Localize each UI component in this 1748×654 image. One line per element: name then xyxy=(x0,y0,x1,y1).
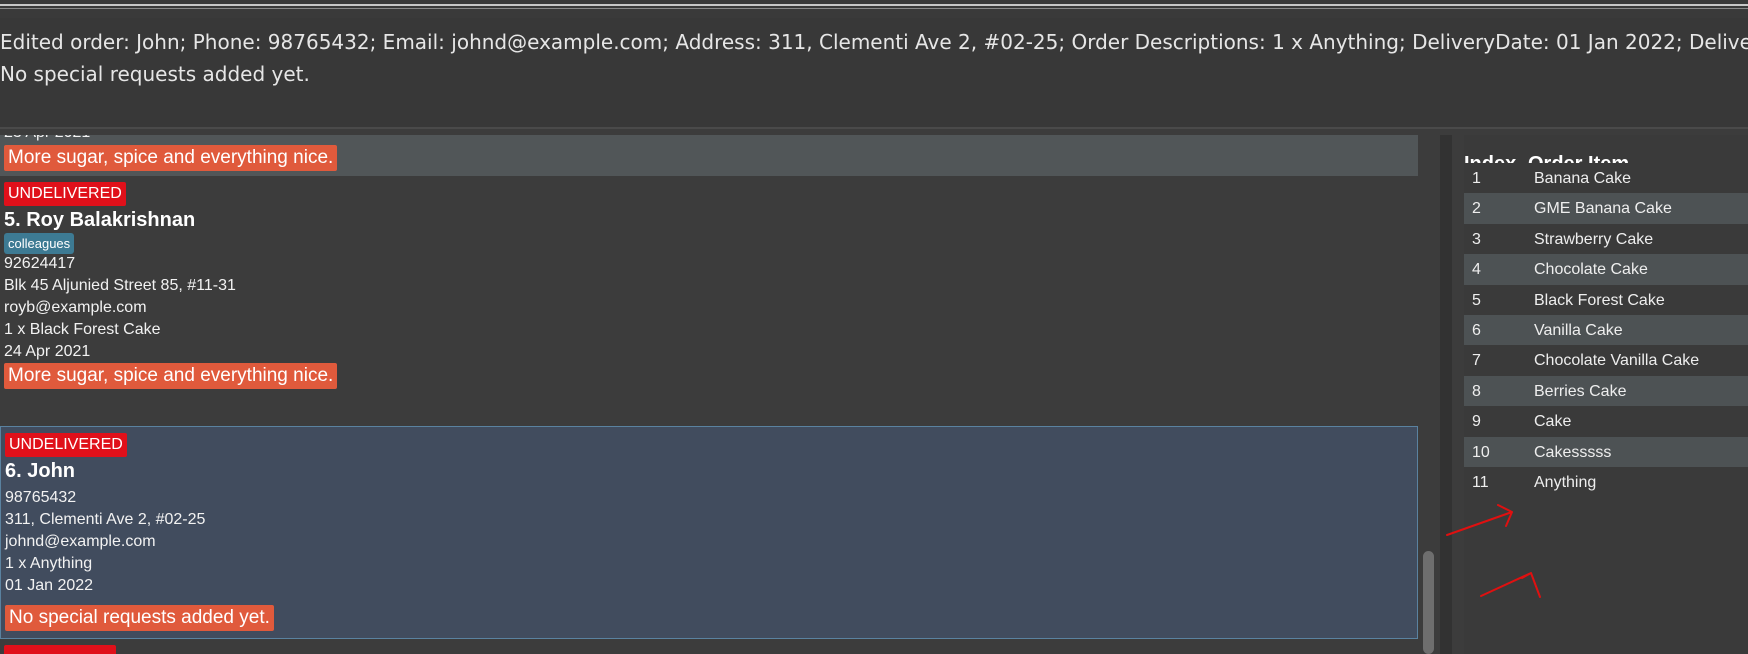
row-order-item: Cakesssss xyxy=(1534,443,1612,461)
row-index: 6 xyxy=(1472,322,1481,339)
table-row[interactable]: 10 Cakesssss xyxy=(1464,436,1748,467)
table-row[interactable]: 7 Chocolate Vanilla Cake xyxy=(1464,345,1748,376)
row-order-item: Chocolate Cake xyxy=(1534,261,1648,279)
window-top-edge xyxy=(0,0,1748,18)
order-card-next-partial[interactable] xyxy=(0,645,1418,654)
special-request-badge: No special requests added yet. xyxy=(5,605,274,631)
order-items: 1 x Black Forest Cake xyxy=(4,321,161,338)
order-phone: 92624417 xyxy=(4,255,76,272)
row-index: 10 xyxy=(1472,443,1490,461)
order-items-table[interactable]: Index Order Item 1Banana Cake2GME Banana… xyxy=(1464,135,1748,654)
table-row[interactable]: 11 Anything xyxy=(1464,467,1748,498)
row-index: 7 xyxy=(1472,352,1481,370)
order-card-partial[interactable]: 23 Apr 2021 More sugar, spice and everyt… xyxy=(0,135,1418,176)
order-list-scroll-thumb[interactable] xyxy=(1423,551,1434,654)
delivery-status-badge: UNDELIVERED xyxy=(4,182,126,206)
order-name: 5. Roy Balakrishnan xyxy=(4,209,196,231)
order-card-6-selected[interactable]: UNDELIVERED 6. John 98765432 311, Clemen… xyxy=(0,426,1418,639)
row-order-item: Chocolate Vanilla Cake xyxy=(1534,352,1700,370)
order-phone: 98765432 xyxy=(5,489,77,506)
row-index: 5 xyxy=(1472,291,1481,309)
table-row[interactable]: 6 Vanilla Cake xyxy=(1464,315,1748,346)
row-order-item: Banana Cake xyxy=(1534,170,1631,187)
order-address: 311, Clementi Ave 2, #02-25 xyxy=(5,511,206,528)
result-display: Edited order: John; Phone: 98765432; Ema… xyxy=(0,18,1748,129)
order-items: 1 x Anything xyxy=(5,555,93,572)
special-request-badge: More sugar, spice and everything nice. xyxy=(4,145,338,171)
table-row[interactable]: 8 Berries Cake xyxy=(1464,375,1748,407)
row-order-item: Cake xyxy=(1534,413,1572,431)
panel-divider[interactable] xyxy=(1440,135,1452,654)
result-message-line1: Edited order: John; Phone: 98765432; Ema… xyxy=(0,30,1748,54)
row-order-item: Vanilla Cake xyxy=(1534,322,1623,339)
row-order-item: Strawberry Cake xyxy=(1534,230,1654,248)
order-email: johnd@example.com xyxy=(5,533,156,550)
row-order-item: Black Forest Cake xyxy=(1534,291,1665,309)
top-rule xyxy=(0,4,1748,6)
row-index: 8 xyxy=(1472,382,1481,400)
row-index: 4 xyxy=(1472,261,1481,279)
row-index: 3 xyxy=(1472,230,1481,248)
order-email: royb@example.com xyxy=(4,299,147,316)
table-row[interactable]: 2 GME Banana Cake xyxy=(1464,193,1748,224)
order-address: Blk 45 Aljunied Street 85, #11-31 xyxy=(4,277,236,294)
order-name: 6. John xyxy=(5,460,76,482)
order-card-5[interactable]: UNDELIVERED 5. Roy Balakrishnan colleagu… xyxy=(0,176,1418,389)
row-index: 2 xyxy=(1472,200,1481,218)
row-order-item: Berries Cake xyxy=(1534,382,1627,400)
row-order-item: Anything xyxy=(1534,474,1597,491)
row-index: 11 xyxy=(1472,474,1489,491)
row-index: 1 xyxy=(1472,170,1481,187)
table-row[interactable]: 5 Black Forest Cake xyxy=(1464,284,1748,315)
row-order-item: GME Banana Cake xyxy=(1534,200,1672,218)
table-row[interactable]: 1 Banana Cake xyxy=(1464,163,1748,194)
table-row[interactable]: 4 Chocolate Cake xyxy=(1464,254,1748,285)
order-date: 01 Jan 2022 xyxy=(5,577,94,594)
row-index: 9 xyxy=(1472,413,1481,431)
order-date: 24 Apr 2021 xyxy=(4,343,91,360)
result-message-line2: No special requests added yet. xyxy=(0,62,310,86)
table-row[interactable]: 3 Strawberry Cake xyxy=(1464,223,1748,255)
top-rule-thin xyxy=(0,8,1748,9)
delivery-status-badge xyxy=(4,645,116,654)
delivery-status-badge: UNDELIVERED xyxy=(5,433,127,457)
special-request-badge: More sugar, spice and everything nice. xyxy=(4,363,338,389)
order-list-panel[interactable]: 23 Apr 2021 More sugar, spice and everyt… xyxy=(0,135,1440,654)
table-row[interactable]: 9 Cake xyxy=(1464,406,1748,437)
tag-badge: colleagues xyxy=(4,233,75,254)
order-date: 23 Apr 2021 xyxy=(4,135,90,143)
